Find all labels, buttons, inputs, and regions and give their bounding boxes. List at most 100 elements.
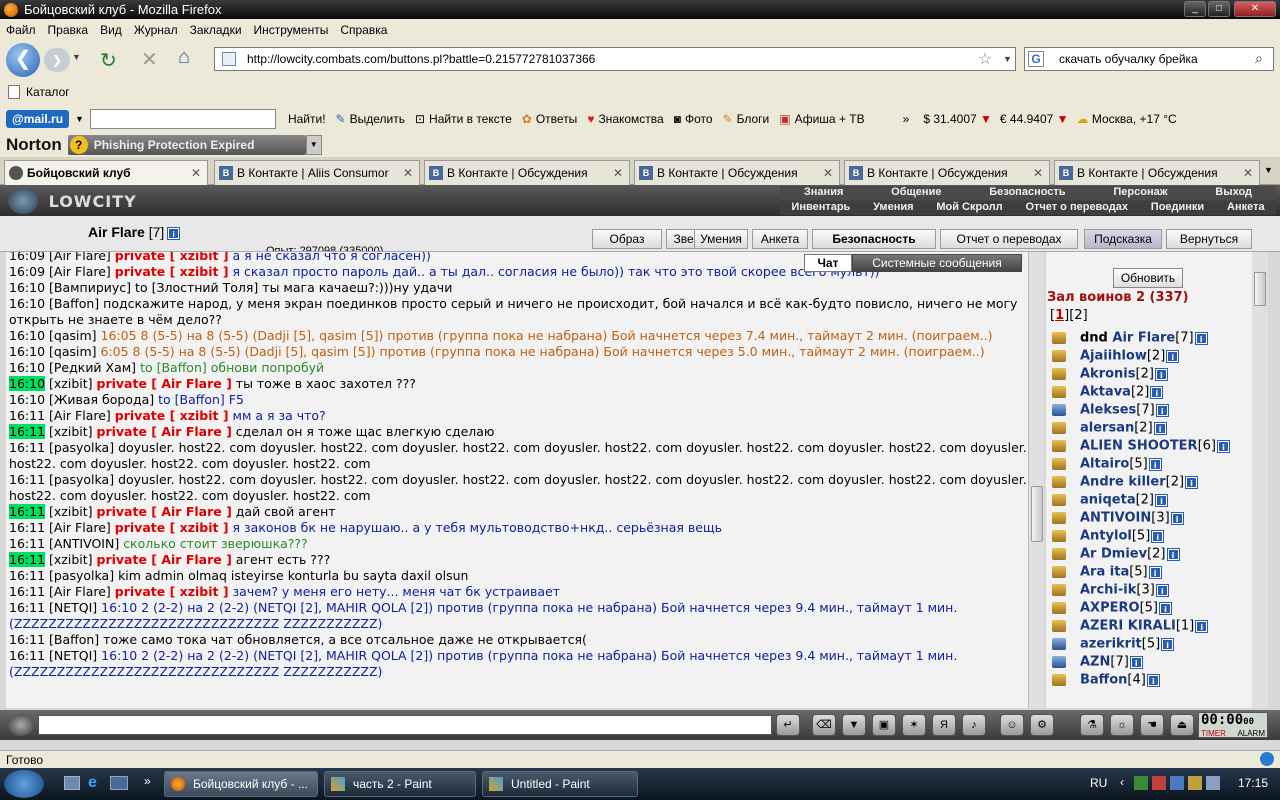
player-info-icon[interactable]: i [1194, 331, 1208, 345]
player-name[interactable]: Ajaiihlow [1080, 349, 1147, 364]
player-name[interactable]: Ar Dmiev [1080, 547, 1147, 562]
player-name[interactable]: ANTIVOIN [1080, 511, 1151, 526]
private-message-icon[interactable] [1050, 636, 1070, 652]
private-tag[interactable]: private [ xzibit ] [115, 252, 229, 263]
tab-vk-4[interactable]: В В Контакте | Обсуждения ✕ [844, 160, 1050, 185]
player-name[interactable]: ALIEN SHOOTER [1080, 439, 1198, 454]
player-row[interactable]: Alekses[7] i [1050, 402, 1169, 420]
tab-vk-2[interactable]: В В Контакте | Обсуждения ✕ [424, 160, 630, 185]
return-button[interactable]: Вернуться [1166, 229, 1252, 249]
message-time[interactable]: 16:11 [9, 648, 45, 663]
tab-close-icon[interactable]: ✕ [191, 161, 201, 185]
chat-filter-icon[interactable] [8, 714, 34, 736]
message-time[interactable]: 16:11 [9, 568, 45, 583]
highlight-button[interactable]: ✎ Выделить [336, 112, 405, 126]
player-row[interactable]: Ajaiihlow[2] i [1050, 348, 1180, 366]
forward-button[interactable]: ❯ [44, 48, 70, 72]
taskbar-paint-2[interactable]: Untitled - Paint [482, 771, 638, 797]
phishing-alert[interactable]: ? Phishing Protection Expired [67, 135, 306, 155]
private-message-icon[interactable] [1050, 366, 1070, 382]
players-scroll-thumb[interactable] [1254, 272, 1266, 306]
tab-system-messages[interactable]: Системные сообщения [852, 254, 1022, 272]
player-name[interactable]: Altairo [1080, 457, 1129, 472]
back-button[interactable]: ❮ [6, 43, 40, 77]
player-info-icon[interactable]: i [1129, 655, 1143, 669]
private-message-icon[interactable] [1050, 618, 1070, 634]
volume-icon[interactable] [1206, 776, 1220, 790]
private-tag[interactable]: private [ Air Flare ] [97, 552, 232, 567]
tray-icon[interactable] [1188, 776, 1202, 790]
player-name[interactable]: AXPERO [1080, 601, 1140, 616]
language-indicator[interactable]: RU [1090, 776, 1107, 790]
alarm-label[interactable]: ALARM [1237, 729, 1265, 738]
reload-icon[interactable]: ↻ [100, 48, 117, 73]
private-tag[interactable]: private [ Air Flare ] [97, 376, 232, 391]
answers-button[interactable]: ✿ Ответы [522, 112, 578, 126]
player-info-icon[interactable]: i [1151, 529, 1165, 543]
message-time[interactable]: 16:11 [9, 552, 46, 567]
private-tag[interactable]: private [ xzibit ] [115, 408, 229, 423]
player-info-icon[interactable]: i [1153, 421, 1167, 435]
message-author[interactable]: [Air Flare] [49, 264, 111, 279]
private-tag[interactable]: private [ Air Flare ] [97, 504, 232, 519]
photo-button[interactable]: ◙ Фото [674, 112, 713, 126]
chat-scrollbar[interactable] [1028, 252, 1044, 708]
menu-skills[interactable]: Умения [873, 201, 913, 215]
player-name[interactable]: Alekses [1080, 403, 1136, 418]
norton-dropdown-icon[interactable]: ▼ [305, 135, 322, 155]
message-author[interactable]: [xzibit] [49, 424, 93, 439]
url-dropdown-icon[interactable]: ▼ [1003, 54, 1012, 64]
player-row[interactable]: ANTIVOIN[3] i [1050, 510, 1184, 528]
message-author[interactable]: [Baffon] [49, 632, 99, 647]
player-name[interactable]: Akronis [1080, 367, 1136, 382]
player-row[interactable]: Altairo[5] i [1050, 456, 1162, 474]
find-in-text-button[interactable]: ⊡ Найти в тексте [415, 112, 512, 126]
chat-settings-icon[interactable]: ⚙ [1030, 714, 1054, 736]
skills-button[interactable]: Умения [694, 229, 748, 249]
tab-vk-3[interactable]: В В Контакте | Обсуждения ✕ [634, 160, 840, 185]
private-tag[interactable]: private [ xzibit ] [115, 584, 229, 599]
message-author[interactable]: [Baffon] [49, 296, 99, 311]
dating-button[interactable]: ♥ Знакомства [587, 112, 663, 126]
player-row[interactable]: Baffon[4] i [1050, 672, 1160, 690]
find-button[interactable]: Найти! [288, 112, 326, 126]
private-message-icon[interactable] [1050, 420, 1070, 436]
tray-icon[interactable] [1152, 776, 1166, 790]
smiley-icon[interactable]: ☺ [1000, 714, 1024, 736]
player-info-icon[interactable]: i [1217, 439, 1230, 453]
quicklaunch-more[interactable]: » [144, 774, 151, 788]
timer-label[interactable]: TIMER [1201, 729, 1226, 738]
player-row[interactable]: Antylol[5] i [1050, 528, 1165, 546]
menu-security[interactable]: Безопасность [989, 186, 1065, 200]
player-row[interactable]: Aktava[2] i [1050, 384, 1164, 402]
message-time[interactable]: 16:09 [9, 264, 45, 279]
player-name[interactable]: azerikrit [1080, 637, 1142, 652]
player-name[interactable]: Archi-ik [1080, 583, 1136, 598]
player-row[interactable]: AZN[7] i [1050, 654, 1143, 672]
player-row[interactable]: Archi-ik[3] i [1050, 582, 1169, 600]
message-author[interactable]: [Air Flare] [49, 520, 111, 535]
tab-close-icon[interactable]: ✕ [823, 161, 833, 185]
tab-close-icon[interactable]: ✕ [1243, 161, 1253, 185]
tab-close-icon[interactable]: ✕ [1033, 161, 1043, 185]
player-row[interactable]: Andre killer[2] i [1050, 474, 1199, 492]
private-message-icon[interactable] [1050, 654, 1070, 670]
player-info-icon[interactable]: i [1146, 673, 1160, 687]
refresh-button[interactable]: Обновить [1113, 268, 1183, 288]
menu-knowledge[interactable]: Знания [804, 186, 843, 200]
timer-widget[interactable]: 00:0000 TIMER ALARM [1198, 712, 1268, 738]
player-info-icon[interactable]: i [1154, 367, 1168, 381]
tray-icon[interactable] [1170, 776, 1184, 790]
history-dropdown-icon[interactable]: ▼ [72, 52, 81, 62]
player-info-icon[interactable]: i [1150, 385, 1164, 399]
player-row[interactable]: dnd Air Flare[7] i [1050, 330, 1208, 348]
search-icon[interactable]: ⌕ [1255, 50, 1263, 67]
save-icon[interactable]: ▣ [872, 714, 896, 736]
private-message-icon[interactable] [1050, 528, 1070, 544]
private-message-icon[interactable] [1050, 600, 1070, 616]
search-input[interactable]: скачать обучалку брейка [1024, 47, 1274, 71]
player-name[interactable]: alersan [1080, 421, 1134, 436]
message-time[interactable]: 16:10 [9, 360, 45, 375]
blogs-button[interactable]: ✎ Блоги [723, 112, 770, 126]
message-author[interactable]: [NETQI] [49, 648, 97, 663]
